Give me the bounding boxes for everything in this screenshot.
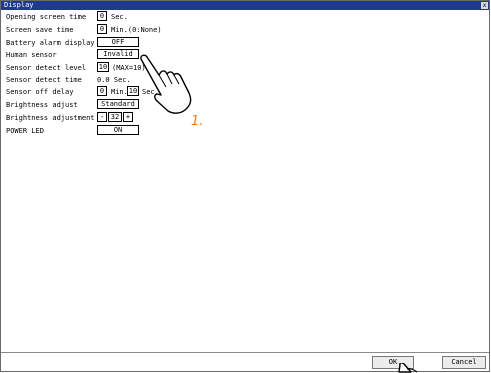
opening-screen-time-input[interactable]: 0 — [97, 11, 107, 21]
hand-pointer-icon-partial — [398, 363, 418, 373]
power-led-label: POWER LED — [6, 127, 44, 135]
footer-divider — [1, 352, 489, 353]
sensor-off-delay-label: Sensor off delay — [6, 88, 74, 96]
sensor-off-delay-min-input[interactable]: 0 — [97, 86, 107, 96]
battery-alarm-display-label: Battery alarm display — [6, 39, 95, 47]
close-icon[interactable]: x — [481, 2, 488, 9]
brightness-decrease-button[interactable]: - — [97, 112, 107, 122]
brightness-adjust-label: Brightness adjust — [6, 101, 78, 109]
screen-save-time-input[interactable]: 0 — [97, 24, 107, 34]
human-sensor-button[interactable]: Invalid — [97, 49, 139, 59]
display-settings-window: Display x Opening screen time 0 Sec. Scr… — [0, 0, 490, 373]
brightness-value-input[interactable]: 32 — [108, 112, 122, 122]
title-bar: Display x — [1, 1, 489, 10]
screen-save-time-label: Screen save time — [6, 26, 74, 34]
power-led-button[interactable]: ON — [97, 125, 139, 135]
window-title: Display — [4, 1, 34, 9]
screen-save-time-unit: Min.(0:None) — [111, 26, 162, 34]
sensor-detect-level-input[interactable]: 10 — [97, 62, 109, 72]
sensor-detect-level-label: Sensor detect level — [6, 64, 87, 72]
opening-screen-time-label: Opening screen time — [6, 13, 87, 21]
human-sensor-label: Human sensor — [6, 51, 57, 59]
cancel-button[interactable]: Cancel — [442, 356, 486, 369]
battery-alarm-display-button[interactable]: OFF — [97, 37, 139, 47]
sensor-off-delay-min-unit: Min. — [111, 88, 128, 96]
hand-pointer-icon — [140, 54, 192, 114]
brightness-adjust-button[interactable]: Standard — [97, 99, 139, 109]
opening-screen-time-unit: Sec. — [111, 13, 128, 21]
brightness-adjustment-label: Brightness adjustment — [6, 114, 95, 122]
sensor-detect-time-value: 0.0 Sec. — [97, 76, 131, 84]
brightness-increase-button[interactable]: + — [123, 112, 133, 122]
step-number-label: 1. — [191, 114, 204, 129]
sensor-detect-time-label: Sensor detect time — [6, 76, 82, 84]
